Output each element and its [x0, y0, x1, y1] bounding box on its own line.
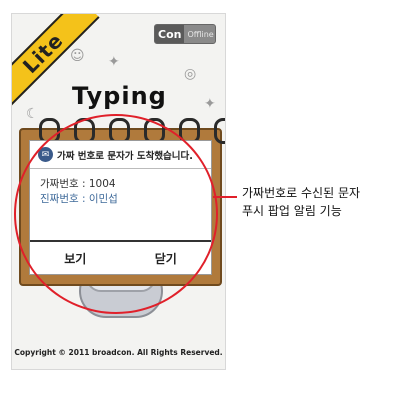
status-con-label: Con: [155, 25, 185, 43]
star-icon: ✦: [108, 54, 120, 70]
lite-badge-label: Lite: [17, 27, 69, 79]
star-icon: ✦: [204, 96, 216, 112]
annotation-line-1: 가짜번호로 수신된 문자: [242, 186, 361, 200]
ring: [214, 118, 225, 144]
planet-icon: ◎: [184, 66, 197, 82]
app-title: Typing: [72, 82, 167, 110]
highlight-circle: [14, 114, 218, 314]
annotation-text: 가짜번호로 수신된 문자 푸시 팝업 알림 기능: [242, 184, 360, 220]
annotation-line-2: 푸시 팝업 알림 기능: [242, 204, 342, 218]
alien-icon: ☺: [70, 48, 85, 64]
status-offline-label: Offline: [187, 29, 214, 39]
connection-status[interactable]: Con Offline: [154, 24, 216, 44]
moon-icon: ☾: [26, 106, 39, 122]
copyright-text: Copyright © 2011 broadcon. All Rights Re…: [14, 348, 223, 357]
callout-line: [213, 196, 237, 198]
